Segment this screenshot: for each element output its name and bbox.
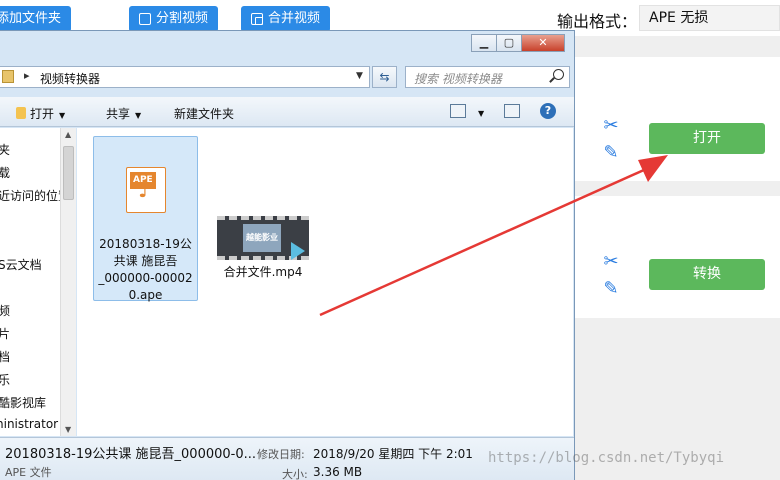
split-video-label: 分割视频 [156,11,209,26]
scissors-icon[interactable]: ✂ [601,252,621,272]
command-bar: 打开 ▼ 共享 ▼ 新建文件夹 ▼ ? [0,97,574,127]
file-name-line: 0.ape [128,288,163,302]
file-item-ape[interactable]: APE ♪ 20180318-19公 共课 施昆吾 _000000-00002 … [93,136,198,304]
crop-icon [139,13,151,25]
scissors-icon[interactable]: ✂ [601,116,621,136]
nav-item[interactable]: 片 [0,325,10,342]
scrollbar-thumb[interactable] [63,146,74,200]
maximize-icon: ▢ [503,36,515,49]
dropdown-caret-icon: ▼ [135,111,142,120]
open-menu-button[interactable]: 打开 ▼ [16,105,65,122]
size-value: 3.36 MB [313,465,363,479]
play-icon [291,242,305,260]
nav-scrollbar[interactable]: ▲ ▼ [60,128,76,436]
nav-item[interactable]: 档 [0,348,10,365]
search-placeholder: 搜索 视频转换器 [414,72,502,86]
preview-pane-icon[interactable] [504,104,520,118]
chevron-down-icon[interactable]: ▼ [356,71,363,81]
view-dropdown-icon[interactable]: ▼ [473,105,484,119]
output-format-select[interactable]: APE 无损 [639,5,780,31]
folder-icon [2,70,14,83]
nav-item[interactable]: 酷影视库 [0,394,46,411]
refresh-button[interactable]: ⇆ [372,66,397,88]
edit-icon[interactable]: ✎ [601,143,621,163]
edit-icon[interactable]: ✎ [601,279,621,299]
ape-audio-icon: APE ♪ [126,167,166,213]
video-thumbnail: 越能影业 [217,216,309,260]
details-file-name: 20180318-19公共课 施昆吾_000000-0... [5,447,257,462]
maximize-button[interactable]: ▢ [496,34,522,52]
file-list: APE ♪ 20180318-19公 共课 施昆吾 _000000-00002 … [77,128,573,436]
close-icon: ✕ [538,36,548,49]
new-folder-button[interactable]: 新建文件夹 [174,105,234,122]
nav-item[interactable]: 乐 [0,371,10,388]
chevron-right-icon[interactable]: ▸ [24,69,30,82]
file-open-dialog: ▁ ▢ ✕ ▸ 视频转换器 ▼ ⇆ 搜索 视频转换器 打开 ▼ 共享 ▼ 新建文件夹… [0,30,575,480]
share-menu-button[interactable]: 共享 ▼ [106,105,141,122]
split-video-button[interactable]: 分割视频 [129,6,219,32]
nav-item[interactable]: 近访问的位置 [0,187,60,204]
modified-date-value: 2018/9/20 星期四 下午 2:01 [313,447,473,461]
help-icon[interactable]: ? [540,103,556,119]
details-file-type: APE 文件 [5,466,52,479]
merge-video-label: 合并视频 [268,11,321,26]
view-options-icon[interactable] [450,104,466,118]
nav-item[interactable]: 载 [0,164,10,181]
open-menu-label: 打开 [30,107,55,121]
open-file-icon [16,107,26,119]
dropdown-caret-icon: ▼ [59,111,66,120]
scroll-up-icon[interactable]: ▲ [65,130,71,139]
address-bar[interactable]: ▸ 视频转换器 ▼ [0,66,370,88]
merge-icon [251,13,263,25]
file-name: 20180318-19公 共课 施昆吾 _000000-00002 0.ape [94,236,197,304]
merge-video-button[interactable]: 合并视频 [241,6,331,32]
modified-date-label: 修改日期: [257,448,305,461]
file-item-mp4[interactable]: 越能影业 合并文件.mp4 [215,216,311,286]
window-controls: ▁ ▢ ✕ [471,34,565,52]
scroll-down-icon[interactable]: ▼ [65,425,71,434]
close-button[interactable]: ✕ [521,34,565,52]
file-name-line: 共课 施昆吾 [113,254,178,268]
dropdown-caret-icon: ▼ [478,109,485,118]
search-input[interactable]: 搜索 视频转换器 [405,66,570,88]
minimize-button[interactable]: ▁ [471,34,497,52]
nav-item[interactable]: S云文档 [0,256,42,273]
file-name-line: 20180318-19公 [99,237,192,251]
minimize-icon: ▁ [479,36,489,49]
nav-item[interactable]: 频 [0,302,10,319]
refresh-icon: ⇆ [379,70,390,84]
output-format-label: 输出格式： [557,12,638,31]
add-folder-label: 添加文件夹 [0,11,62,26]
video-thumbnail-logo: 越能影业 [243,224,281,252]
file-name: 合并文件.mp4 [223,265,303,279]
navigation-pane: 夹 载 近访问的位置 S云文档 频 片 档 乐 酷影视库 ninistrator [0,128,60,436]
size-label: 大小: [282,468,308,480]
share-menu-label: 共享 [106,107,131,121]
address-path: 视频转换器 [40,72,101,86]
file-name-line: _000000-00002 [98,271,193,285]
nav-item[interactable]: ninistrator [0,417,58,431]
open-button[interactable]: 打开 [649,123,765,154]
nav-item[interactable]: 夹 [0,141,10,158]
music-note-icon: ♪ [138,178,153,203]
add-folder-button[interactable]: 添加文件夹 [0,6,72,32]
search-icon [553,69,564,80]
convert-button[interactable]: 转换 [649,259,765,290]
watermark: https://blog.csdn.net/Tybyqi [488,450,725,466]
